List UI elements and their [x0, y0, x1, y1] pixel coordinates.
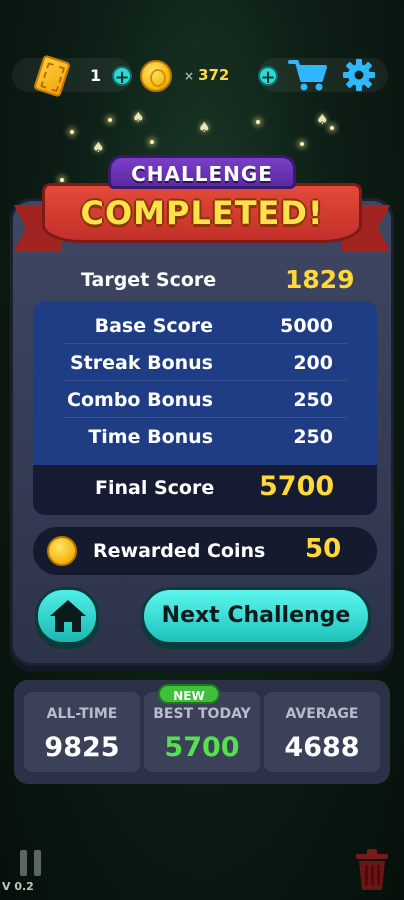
banner-title-challenge: CHALLENGE — [131, 162, 273, 186]
rewarded-coins-label: Rewarded Coins — [93, 540, 266, 562]
ribbon-main: COMPLETED! — [42, 183, 362, 243]
rewarded-coins-value: 50 — [305, 534, 342, 564]
final-score-value: 5700 — [259, 471, 335, 502]
stat-label: ALL-TIME — [46, 706, 118, 722]
challenge-completed-banner: COMPLETED! CHALLENGE — [10, 155, 394, 255]
pause-icon[interactable] — [20, 850, 42, 876]
new-badge: NEW — [158, 684, 220, 704]
coin-count-value: 372 — [198, 66, 230, 84]
coin-count-prefix: × — [184, 69, 195, 83]
top-bar: 1 + × 372 + — [8, 52, 398, 98]
coin-icon — [47, 536, 77, 566]
stat-best-today: BEST TODAY 5700 — [144, 692, 260, 772]
score-row-value: 250 — [293, 426, 333, 448]
stat-value: 9825 — [44, 732, 120, 763]
ribbon-top: CHALLENGE — [108, 155, 296, 189]
score-row-value: 5000 — [280, 315, 333, 337]
score-row-label: Base Score — [94, 315, 213, 337]
rewarded-coins-row: Rewarded Coins 50 — [33, 527, 377, 575]
stat-all-time: ALL-TIME 9825 — [24, 692, 140, 772]
target-score-label: Target Score — [81, 269, 217, 291]
final-score-row: Final Score 5700 — [33, 465, 377, 515]
target-score-row: Target Score 1829 — [33, 263, 377, 299]
score-row-streak: Streak Bonus 200 — [63, 344, 347, 381]
target-score-value: 1829 — [285, 265, 355, 294]
score-row-value: 200 — [293, 352, 333, 374]
next-challenge-button[interactable]: Next Challenge — [141, 587, 371, 645]
stat-average: AVERAGE 4688 — [264, 692, 380, 772]
add-coins-plus-icon[interactable]: + — [258, 66, 278, 87]
add-tickets-plus-icon[interactable]: + — [112, 66, 132, 87]
stat-value: 5700 — [164, 732, 240, 763]
cart-icon[interactable] — [288, 58, 328, 92]
home-button[interactable] — [35, 587, 99, 645]
stat-value: 4688 — [284, 732, 360, 763]
score-row-base: Base Score 5000 — [63, 307, 347, 344]
coin-icon — [140, 60, 172, 92]
gear-icon[interactable] — [342, 58, 376, 92]
banner-title-completed: COMPLETED! — [80, 194, 324, 232]
score-row-value: 250 — [293, 389, 333, 411]
score-row-label: Streak Bonus — [70, 352, 213, 374]
stat-label: AVERAGE — [285, 706, 359, 722]
score-row-label: Time Bonus — [88, 426, 213, 448]
coin-count: × 372 — [184, 66, 229, 84]
home-icon — [50, 600, 86, 632]
score-row-time: Time Bonus 250 — [63, 418, 347, 455]
score-row-label: Combo Bonus — [67, 389, 213, 411]
version-label: V 0.2 — [2, 880, 34, 893]
trash-icon[interactable] — [354, 848, 390, 892]
score-breakdown: Base Score 5000 Streak Bonus 200 Combo B… — [33, 301, 377, 515]
ticket-count: 1 — [90, 66, 102, 85]
stat-label: BEST TODAY — [153, 706, 251, 722]
score-row-combo: Combo Bonus 250 — [63, 381, 347, 418]
results-panel: Target Score 1829 Base Score 5000 Streak… — [10, 198, 394, 666]
final-score-label: Final Score — [95, 477, 215, 499]
